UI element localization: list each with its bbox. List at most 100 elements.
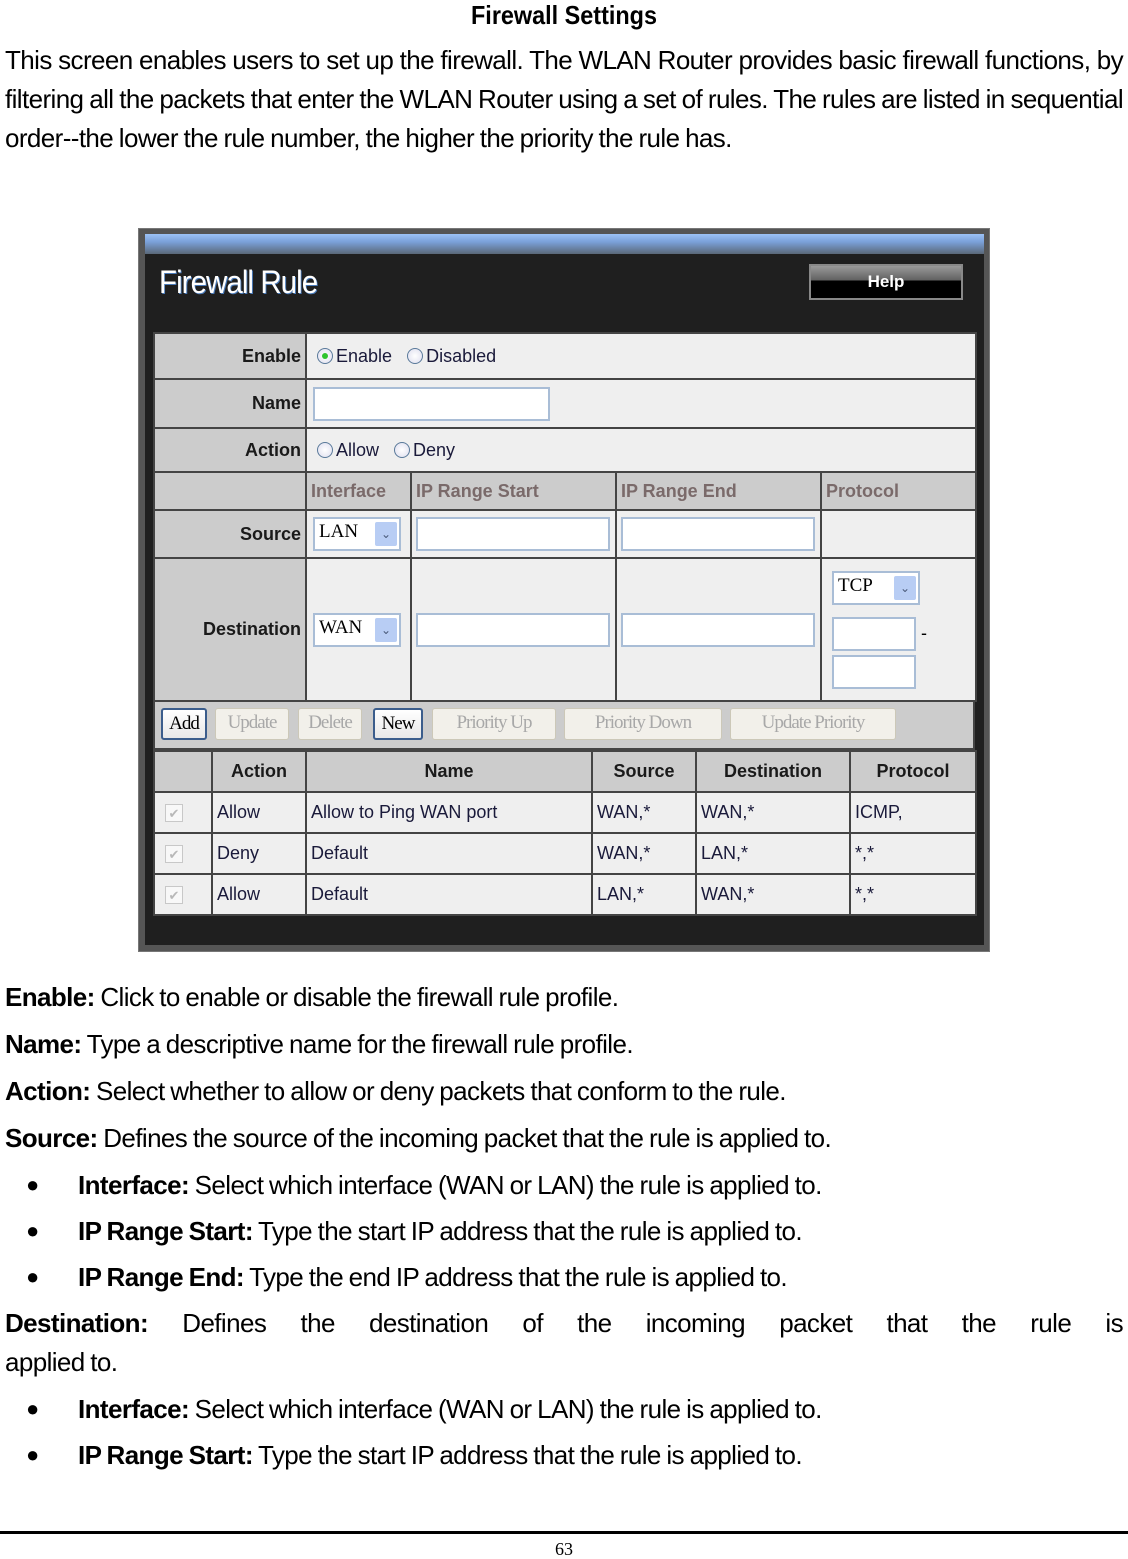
- add-button[interactable]: Add: [161, 708, 207, 740]
- row-source: WAN,*: [591, 791, 697, 834]
- row-protocol: *,*: [849, 832, 977, 875]
- definition: Defines the source of the incoming packe…: [97, 1123, 832, 1153]
- page-number: 63: [555, 1539, 573, 1559]
- row-destination: WAN,*: [695, 791, 851, 834]
- description-destination: Destination: Defines the destination of …: [5, 1308, 1124, 1338]
- chevron-down-icon: ⌄: [894, 575, 916, 600]
- action-options: Allow Deny: [305, 427, 977, 473]
- definition: Click to enable or disable the firewall …: [94, 982, 619, 1012]
- term: Interface:: [78, 1394, 190, 1424]
- destination-label: Destination: [153, 557, 307, 702]
- enable-options: Enable Disabled: [305, 332, 977, 380]
- destination-ip-start-input[interactable]: [416, 612, 610, 647]
- action-label: Action: [153, 427, 307, 473]
- new-button[interactable]: New: [373, 708, 423, 740]
- name-input[interactable]: [313, 386, 550, 421]
- row-protocol: *,*: [849, 873, 977, 916]
- row-checkbox-cell: ✔: [153, 832, 213, 875]
- definition: Type the start IP address that the rule …: [252, 1440, 803, 1470]
- row-checkbox[interactable]: ✔: [165, 804, 183, 822]
- row-checkbox[interactable]: ✔: [165, 845, 183, 863]
- destination-ip-end-input[interactable]: [621, 612, 815, 647]
- bullet-icon: ●: [26, 1172, 40, 1197]
- definition: Defines the destination of the incoming …: [148, 1308, 1123, 1338]
- port-end-input[interactable]: [832, 654, 916, 689]
- table-row[interactable]: ✔ Allow Default LAN,* WAN,* *,*: [153, 873, 977, 916]
- definition: Select which interface (WAN or LAN) the …: [189, 1170, 823, 1200]
- page-title: Firewall Settings: [471, 0, 657, 30]
- help-button[interactable]: Help: [809, 264, 963, 300]
- protocol-select[interactable]: TCP ⌄: [832, 570, 920, 605]
- port-start-input[interactable]: [832, 616, 916, 651]
- column-header-source: Source: [591, 750, 697, 793]
- term: Enable:: [5, 982, 95, 1012]
- protocol-value: TCP: [838, 574, 873, 596]
- name-label: Name: [153, 378, 307, 429]
- column-header-protocol: Protocol: [849, 750, 977, 793]
- bullet-icon: ●: [26, 1442, 40, 1467]
- priority-up-button[interactable]: Priority Up: [432, 708, 556, 740]
- port-separator: -: [921, 622, 928, 643]
- description-enable: Enable: Click to enable or disable the f…: [5, 982, 619, 1012]
- source-ip-end-input[interactable]: [621, 517, 815, 551]
- update-priority-button[interactable]: Update Priority: [730, 708, 896, 740]
- deny-radio-label: Deny: [413, 439, 456, 460]
- source-bullet-ip-range-start: IP Range Start: Type the start IP addres…: [78, 1216, 803, 1246]
- definition: Select which interface (WAN or LAN) the …: [189, 1394, 823, 1424]
- destination-bullet-ip-range-start: IP Range Start: Type the start IP addres…: [78, 1440, 803, 1470]
- description-destination-cont: applied to.: [5, 1347, 118, 1377]
- chevron-down-icon: ⌄: [375, 617, 397, 642]
- row-destination: LAN,*: [695, 832, 851, 875]
- definition: Type a descriptive name for the firewall…: [81, 1029, 634, 1059]
- term: IP Range Start:: [78, 1216, 254, 1246]
- update-button[interactable]: Update: [215, 708, 289, 740]
- term: IP Range Start:: [78, 1440, 254, 1470]
- term: Name:: [5, 1029, 82, 1059]
- enable-radio[interactable]: [317, 347, 333, 364]
- source-interface-select[interactable]: LAN ⌄: [313, 517, 401, 551]
- subheader-ip-range-end: IP Range End: [615, 471, 822, 511]
- subheader-spacer: [153, 471, 307, 511]
- column-header-action: Action: [211, 750, 307, 793]
- footer-divider: [0, 1531, 1128, 1534]
- enable-label: Enable: [153, 332, 307, 380]
- destination-ip-end-cell: [615, 557, 822, 702]
- rule-form-table: Enable Enable Disabled Name Action Allow: [153, 332, 977, 702]
- subheader-ip-range-start: IP Range Start: [410, 471, 617, 511]
- row-action: Allow: [211, 873, 307, 916]
- chevron-down-icon: ⌄: [375, 522, 397, 546]
- row-checkbox[interactable]: ✔: [165, 886, 183, 904]
- disabled-radio[interactable]: [407, 347, 424, 364]
- source-interface-value: LAN: [319, 521, 359, 542]
- definition: Type the end IP address that the rule is…: [243, 1262, 788, 1292]
- term: Destination:: [5, 1308, 149, 1338]
- row-protocol: ICMP,: [849, 791, 977, 834]
- subheader-protocol: Protocol: [820, 471, 977, 511]
- row-checkbox-cell: ✔: [153, 791, 213, 834]
- enable-radio-label: Enable: [336, 345, 393, 366]
- table-row[interactable]: ✔ Deny Default WAN,* LAN,* *,*: [153, 832, 977, 875]
- destination-interface-select[interactable]: WAN ⌄: [313, 612, 401, 647]
- deny-radio[interactable]: [394, 441, 411, 458]
- rules-table-header: Action Name Source Destination Protocol: [153, 750, 977, 793]
- destination-protocol-cell: TCP ⌄ -: [820, 557, 977, 702]
- source-ip-start-input[interactable]: [416, 517, 610, 551]
- panel-body: Firewall Rule Help Enable Enable Disable…: [145, 234, 984, 945]
- source-bullet-ip-range-end: IP Range End: Type the end IP address th…: [78, 1262, 788, 1292]
- allow-radio[interactable]: [317, 441, 333, 458]
- row-source: WAN,*: [591, 832, 697, 875]
- description-name: Name: Type a descriptive name for the fi…: [5, 1029, 634, 1059]
- term: Source:: [5, 1123, 98, 1153]
- priority-down-button[interactable]: Priority Down: [564, 708, 722, 740]
- destination-bullet-interface: Interface: Select which interface (WAN o…: [78, 1394, 822, 1424]
- table-row[interactable]: ✔ Allow Allow to Ping WAN port WAN,* WAN…: [153, 791, 977, 834]
- delete-button[interactable]: Delete: [298, 708, 362, 740]
- destination-interface-cell: WAN ⌄: [305, 557, 412, 702]
- source-protocol-cell: [820, 509, 977, 559]
- destination-interface-value: WAN: [319, 616, 363, 638]
- name-cell: [305, 378, 977, 429]
- bullet-icon: ●: [26, 1264, 40, 1289]
- rules-table: Action Name Source Destination Protocol …: [153, 750, 977, 916]
- firewall-rule-screenshot: Firewall Rule Help Enable Enable Disable…: [138, 228, 990, 952]
- description-action: Action: Select whether to allow or deny …: [5, 1076, 787, 1106]
